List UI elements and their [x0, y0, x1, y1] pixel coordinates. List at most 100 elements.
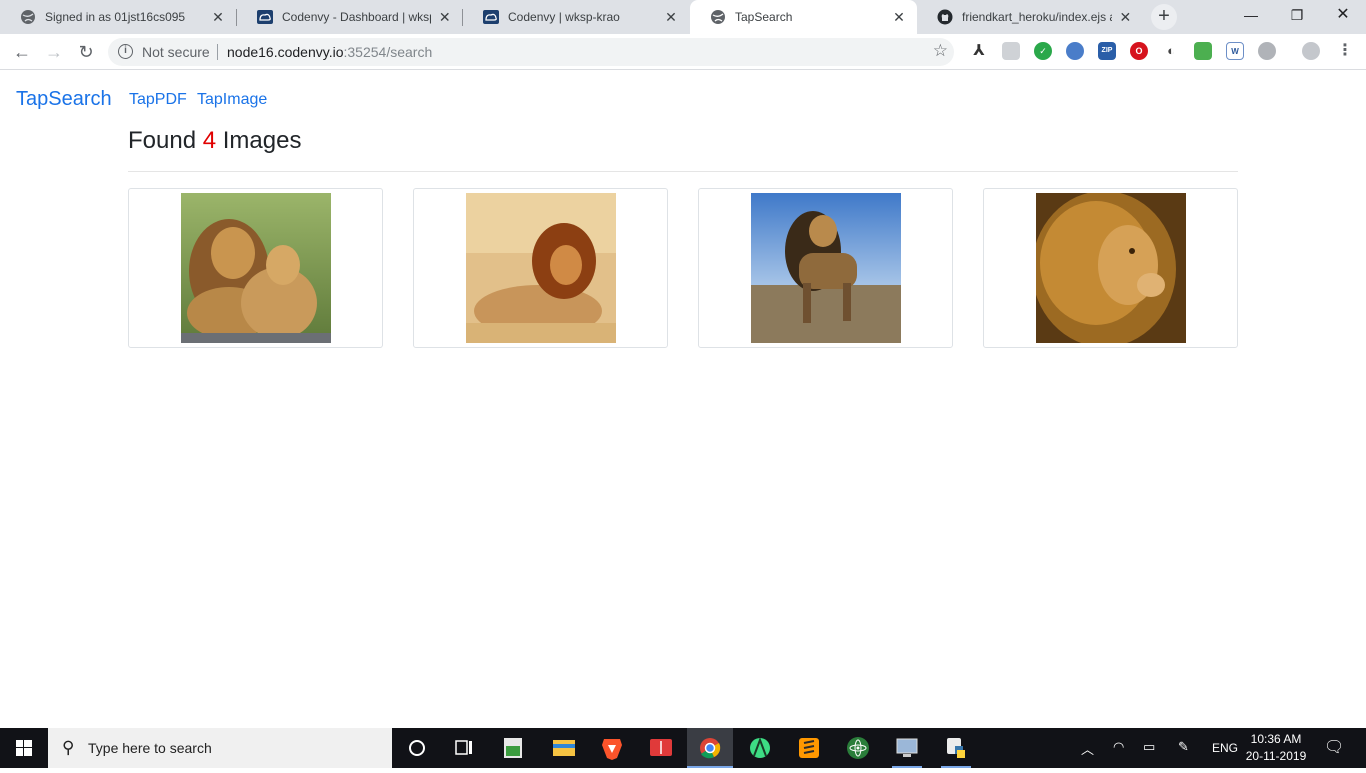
- clock-time: 10:36 AM: [1250, 732, 1302, 746]
- python-app[interactable]: [933, 728, 979, 768]
- restore-button[interactable]: ❐: [1274, 0, 1320, 30]
- image-card[interactable]: [128, 188, 383, 348]
- atom-icon: [847, 737, 869, 759]
- file-explorer-app[interactable]: [541, 728, 587, 768]
- tab-github[interactable]: friendkart_heroku/index.ejs at ✕: [917, 0, 1143, 34]
- task-view-button[interactable]: [440, 728, 486, 768]
- url-text[interactable]: node16.codenvy.io:35254/search: [227, 44, 432, 60]
- url-path: :35254/search: [343, 44, 433, 60]
- opera-extension-icon[interactable]: O: [1130, 42, 1148, 60]
- tab-codenvy-workspace[interactable]: Codenvy | wksp-krao ✕: [463, 0, 689, 34]
- mouse-extension-icon[interactable]: ◐: [1162, 42, 1180, 60]
- address-bar[interactable]: i Not secure node16.codenvy.io:35254/sea…: [108, 38, 954, 66]
- forward-button[interactable]: →: [40, 39, 68, 65]
- globe-icon: [21, 10, 35, 24]
- wifi-icon[interactable]: ◠: [1113, 739, 1124, 755]
- back-button[interactable]: ←: [8, 39, 36, 65]
- tray-overflow-icon[interactable]: ︿: [1081, 739, 1094, 758]
- tab-title: Codenvy - Dashboard | wksp-k: [282, 10, 432, 24]
- codenvy-icon: [483, 10, 499, 24]
- menu-icon[interactable]: ⋮: [1336, 42, 1354, 60]
- tab-signed-in[interactable]: Signed in as 01jst16cs095 ✕: [0, 0, 236, 34]
- tab-title: Signed in as 01jst16cs095: [45, 10, 186, 24]
- search-icon: ⚲: [62, 738, 75, 757]
- close-icon[interactable]: ✕: [663, 9, 679, 26]
- lion-image[interactable]: [1036, 193, 1186, 343]
- close-icon[interactable]: ✕: [437, 9, 452, 26]
- brand-link[interactable]: TapSearch: [16, 88, 112, 111]
- brave-app[interactable]: [589, 728, 635, 768]
- bookmark-star-icon[interactable]: ☆: [933, 41, 948, 61]
- atom-app[interactable]: [835, 728, 881, 768]
- tab-codenvy-dashboard[interactable]: Codenvy - Dashboard | wksp-k ✕: [237, 0, 462, 34]
- lion-image[interactable]: [181, 193, 331, 343]
- word-extension-icon[interactable]: W: [1226, 42, 1244, 60]
- chrome-icon: [700, 738, 721, 759]
- image-card[interactable]: [983, 188, 1238, 348]
- info-icon[interactable]: i: [118, 44, 133, 59]
- minimize-button[interactable]: —: [1228, 0, 1274, 30]
- nav-link-tapimage[interactable]: TapImage: [197, 91, 267, 109]
- monitor-icon: [896, 738, 918, 757]
- book-icon: [650, 739, 672, 756]
- battery-icon[interactable]: ▭: [1143, 739, 1155, 755]
- profile-avatar-icon[interactable]: [1302, 42, 1320, 60]
- shield-extension-icon[interactable]: ✓: [1034, 42, 1052, 60]
- android-studio-icon: [750, 737, 770, 758]
- python-icon: [947, 738, 965, 758]
- control-panel-app[interactable]: [884, 728, 930, 768]
- compass-extension-icon[interactable]: [1258, 42, 1276, 60]
- brave-lion-icon: [602, 739, 622, 760]
- android-studio-app[interactable]: [737, 728, 783, 768]
- download-extension-icon[interactable]: [1194, 42, 1212, 60]
- tab-title: Codenvy | wksp-krao: [508, 10, 620, 24]
- windows-logo-icon: [16, 740, 32, 756]
- system-clock[interactable]: 10:36 AM 20-11-2019: [1244, 731, 1308, 765]
- tab-title: friendkart_heroku/index.ejs at: [962, 10, 1112, 24]
- globe-extension-icon[interactable]: [1066, 42, 1084, 60]
- language-indicator[interactable]: ENG: [1212, 741, 1238, 755]
- tab-strip: Signed in as 01jst16cs095 ✕ Codenvy - Da…: [0, 0, 1366, 34]
- github-icon: [937, 9, 953, 25]
- reader-app[interactable]: [638, 728, 684, 768]
- start-button[interactable]: [0, 728, 48, 768]
- codenvy-icon: [257, 10, 273, 24]
- heading-suffix: Images: [222, 127, 302, 154]
- copy-extension-icon[interactable]: [1002, 42, 1020, 60]
- sublime-app[interactable]: [786, 728, 832, 768]
- reload-button[interactable]: ↻: [72, 39, 100, 65]
- tab-title: TapSearch: [735, 10, 793, 24]
- security-label: Not secure: [142, 44, 210, 60]
- sheets-app[interactable]: [490, 728, 536, 768]
- taskbar-search[interactable]: ⚲ Type here to search: [48, 728, 392, 768]
- pen-icon[interactable]: ✎: [1178, 739, 1189, 755]
- sublime-text-icon: [799, 738, 819, 758]
- cortana-button[interactable]: [394, 728, 440, 768]
- image-card[interactable]: [698, 188, 953, 348]
- close-icon[interactable]: ✕: [891, 9, 907, 26]
- heading-prefix: Found: [128, 127, 197, 154]
- lion-image[interactable]: [466, 193, 616, 343]
- close-icon[interactable]: ✕: [210, 9, 226, 26]
- zip-extension-icon[interactable]: ZIP: [1098, 42, 1116, 60]
- tab-tapsearch[interactable]: TapSearch ✕: [690, 0, 917, 34]
- result-count: 4: [202, 127, 217, 154]
- url-host: node16.codenvy.io: [227, 44, 344, 60]
- new-tab-button[interactable]: +: [1151, 4, 1177, 30]
- chrome-app[interactable]: [687, 728, 733, 768]
- nav-link-tappdf[interactable]: TapPDF: [129, 91, 187, 109]
- search-placeholder: Type here to search: [88, 740, 212, 756]
- task-view-icon: [455, 740, 472, 755]
- spreadsheet-icon: [504, 738, 522, 758]
- text-tool-extension-icon[interactable]: ⅄: [970, 42, 988, 60]
- lion-image[interactable]: [751, 193, 901, 343]
- page-content: TapSearch TapPDF TapImage Found 4 Images: [0, 71, 1366, 728]
- close-icon[interactable]: ✕: [1118, 9, 1133, 26]
- folder-icon: [553, 740, 575, 756]
- close-window-button[interactable]: ✕: [1320, 0, 1366, 30]
- image-card[interactable]: [413, 188, 668, 348]
- results-heading: Found 4 Images: [128, 127, 301, 155]
- clock-date: 20-11-2019: [1245, 749, 1307, 763]
- globe-icon: [711, 10, 725, 24]
- notification-icon[interactable]: 🗨: [1324, 737, 1344, 757]
